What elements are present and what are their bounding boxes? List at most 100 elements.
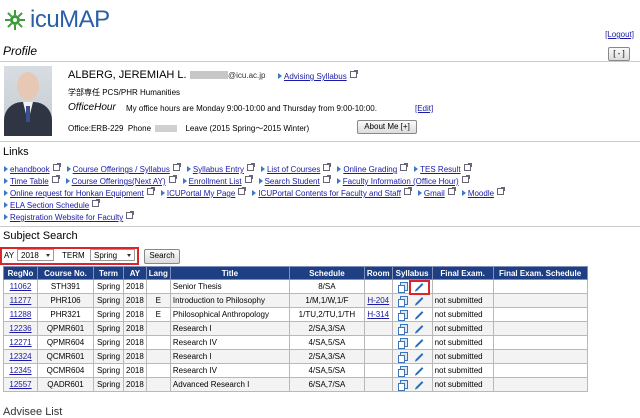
profile-email: @icu.ac.jp xyxy=(190,71,265,80)
table-row: 11277 PHR106 Spring 2018 E Introduction to Ph… xyxy=(3,293,588,308)
about-me-button[interactable]: About Me [+] xyxy=(357,120,417,134)
copy-syllabus-icon[interactable] xyxy=(398,309,409,321)
link[interactable]: Course Offerings(Next AY) xyxy=(72,177,166,186)
link[interactable]: Faculty Information (Office Hour) xyxy=(343,177,459,186)
link[interactable]: Moodle xyxy=(468,189,494,198)
pencil-icon[interactable] xyxy=(415,366,424,375)
title-cell: Research I xyxy=(169,321,290,336)
logout-link[interactable]: [Logout] xyxy=(605,30,634,39)
copy-syllabus-icon[interactable] xyxy=(398,365,409,377)
profile-heading: Profile xyxy=(3,44,38,58)
arrow-icon xyxy=(4,178,8,184)
regno-cell-link[interactable]: 11288 xyxy=(10,310,32,319)
link[interactable]: List of Courses xyxy=(267,165,320,174)
regno-cell-link[interactable]: 12345 xyxy=(9,366,31,375)
icumap-logo[interactable]: icuMAP xyxy=(4,6,110,34)
link-item: Syllabus Entry xyxy=(186,163,255,174)
course-table: RegNo Course No. Term AY Lang Title Schedule Ro… xyxy=(3,266,588,392)
link[interactable]: Online request for Honkan Equipment xyxy=(10,189,144,198)
regno-cell[interactable]: 11277 xyxy=(3,293,38,308)
ay-select[interactable]: 2018 xyxy=(17,249,54,261)
external-link-icon xyxy=(146,187,155,195)
link-item: TES Result xyxy=(414,163,472,174)
regno-cell[interactable]: 12271 xyxy=(3,335,38,350)
regno-cell[interactable]: 12345 xyxy=(3,363,38,378)
regno-cell-link[interactable]: 11062 xyxy=(10,282,32,291)
arrow-icon xyxy=(4,166,8,172)
link[interactable]: Gmail xyxy=(424,189,445,198)
regno-cell[interactable]: 11062 xyxy=(3,279,38,294)
link[interactable]: Course Offerings / Syllabus xyxy=(73,165,170,174)
collapse-profile-button[interactable]: [ - ] xyxy=(608,47,630,61)
link[interactable]: TES Result xyxy=(420,165,460,174)
regno-cell-link[interactable]: 12271 xyxy=(9,338,31,347)
link[interactable]: Search Student xyxy=(265,177,320,186)
lang-cell xyxy=(145,279,171,294)
room-cell[interactable]: H-204 xyxy=(363,293,393,308)
external-link-icon xyxy=(461,175,470,183)
schedule-cell: 4/SA,5/SA xyxy=(288,363,365,378)
regno-cell[interactable]: 11288 xyxy=(3,307,38,322)
regno-cell[interactable]: 12236 xyxy=(3,321,38,336)
term-cell: Spring xyxy=(93,307,124,322)
pencil-icon[interactable] xyxy=(415,310,424,319)
pencil-icon[interactable] xyxy=(415,352,424,361)
lang-cell xyxy=(145,377,171,392)
room-cell-link[interactable]: H-204 xyxy=(367,296,389,305)
phone-redacted xyxy=(155,125,178,132)
link[interactable]: ICUPortal My Page xyxy=(167,189,235,198)
schedule-cell: 2/SA,3/SA xyxy=(288,321,365,336)
link-item: Moodle xyxy=(461,187,506,198)
ay-cell: 2018 xyxy=(123,321,147,336)
pencil-icon[interactable] xyxy=(415,338,424,347)
ay-label: AY xyxy=(4,251,15,260)
room-cell xyxy=(363,279,393,294)
office-hour-label: OfficeHour xyxy=(68,102,116,113)
table-row: 12324 QCMR601 Spring 2018 Research I 2/SA,3/S… xyxy=(3,349,588,364)
arrow-icon xyxy=(417,190,422,196)
term-select[interactable]: Spring xyxy=(90,249,135,261)
copy-syllabus-icon[interactable] xyxy=(398,351,409,363)
room-cell-link[interactable]: H-314 xyxy=(367,310,389,319)
regno-cell[interactable]: 12557 xyxy=(3,377,38,392)
advising-syllabus-link[interactable]: Advising Syllabus xyxy=(284,72,347,81)
term-label: TERM xyxy=(62,251,85,260)
regno-cell-link[interactable]: 11277 xyxy=(10,296,32,305)
term-cell: Spring xyxy=(93,335,124,350)
room-cell[interactable]: H-314 xyxy=(363,307,393,322)
subject-search-heading: Subject Search xyxy=(3,230,78,242)
link[interactable]: ICUPortal Contents for Faculty and Staff xyxy=(258,189,401,198)
pencil-icon[interactable] xyxy=(415,324,424,333)
link[interactable]: Time Table xyxy=(10,177,49,186)
link[interactable]: Registration Website for Faculty xyxy=(10,213,123,222)
final-exam-cell xyxy=(431,279,494,294)
final-exam-cell: not submitted xyxy=(431,363,494,378)
copy-syllabus-icon[interactable] xyxy=(398,323,409,335)
copy-syllabus-icon[interactable] xyxy=(398,337,409,349)
link[interactable]: ehandbook xyxy=(10,165,50,174)
pencil-icon[interactable] xyxy=(415,296,424,305)
edit-office-hour-link[interactable]: [Edit] xyxy=(415,104,433,113)
copy-syllabus-icon[interactable] xyxy=(398,295,409,307)
copy-syllabus-icon[interactable] xyxy=(398,379,409,391)
link-item: Faculty Information (Office Hour) xyxy=(336,175,470,186)
regno-cell-link[interactable]: 12324 xyxy=(9,352,31,361)
external-link-icon xyxy=(497,187,506,195)
link[interactable]: Online Grading xyxy=(343,165,397,174)
pencil-icon[interactable] xyxy=(415,380,424,389)
external-link-icon xyxy=(172,163,181,171)
room-cell xyxy=(363,363,393,378)
link[interactable]: Syllabus Entry xyxy=(193,165,244,174)
link[interactable]: Enrollment List xyxy=(189,177,242,186)
arrow-icon xyxy=(336,178,341,184)
table-row: 11062 STH391 Spring 2018 Senior Thesis 8/SA xyxy=(3,279,588,294)
arrow-icon xyxy=(337,166,342,172)
regno-cell-link[interactable]: 12557 xyxy=(9,380,31,389)
copy-syllabus-icon[interactable] xyxy=(398,281,409,293)
regno-cell-link[interactable]: 12236 xyxy=(9,324,31,333)
arrow-icon xyxy=(414,166,419,172)
link[interactable]: ELA Section Schedule xyxy=(10,201,89,210)
room-cell xyxy=(363,377,393,392)
search-button[interactable]: Search xyxy=(144,249,180,264)
regno-cell[interactable]: 12324 xyxy=(3,349,38,364)
